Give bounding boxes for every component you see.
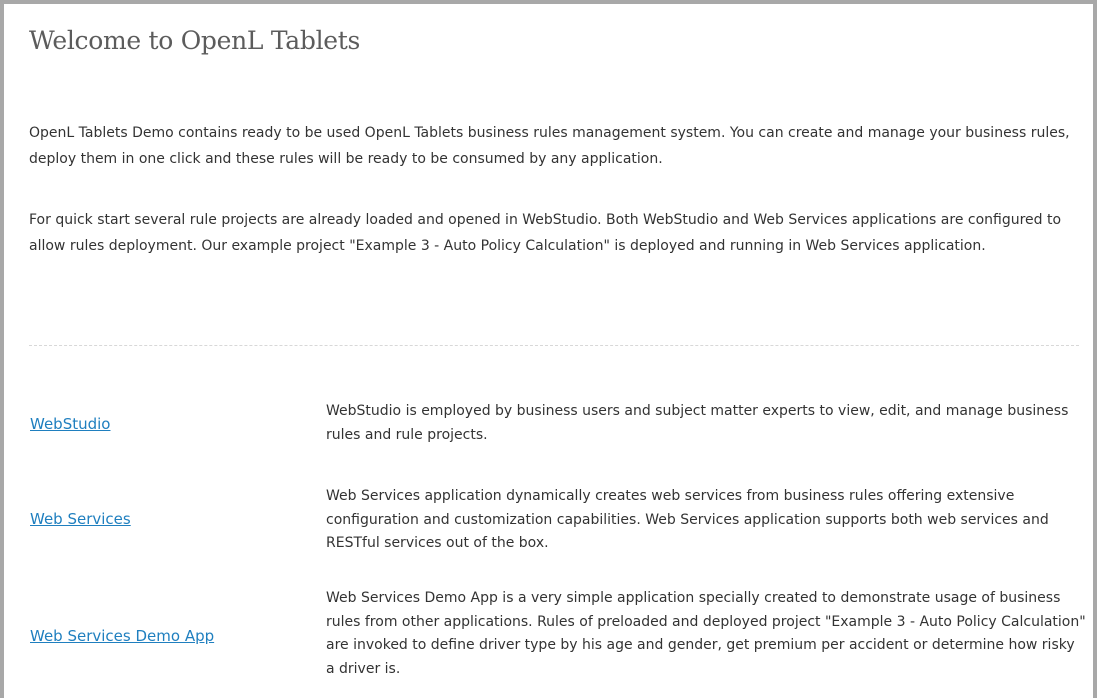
webstudio-description: WebStudio is employed by business users … [326, 403, 1069, 443]
section-divider [29, 345, 1079, 346]
webstudio-link[interactable]: WebStudio [30, 415, 110, 433]
web-services-demo-app-link[interactable]: Web Services Demo App [30, 627, 214, 645]
intro-paragraph-quick-start: For quick start several rule projects ar… [29, 212, 1062, 254]
app-row-webstudio: WebStudio WebStudio is employed by busin… [24, 400, 1084, 460]
web-services-link[interactable]: Web Services [30, 510, 131, 528]
app-row-web-services: Web Services Web Services application dy… [24, 485, 1084, 569]
intro-paragraph-overview: OpenL Tablets Demo contains ready to be … [29, 125, 1070, 167]
page-title: Welcome to OpenL Tablets [29, 26, 361, 55]
web-services-description: Web Services application dynamically cre… [326, 488, 1049, 551]
app-row-web-services-demo-app: Web Services Demo App Web Services Demo … [24, 587, 1086, 697]
web-services-demo-app-description: Web Services Demo App is a very simple a… [326, 590, 1086, 677]
page-frame: Welcome to OpenL Tablets OpenL Tablets D… [0, 0, 1097, 698]
